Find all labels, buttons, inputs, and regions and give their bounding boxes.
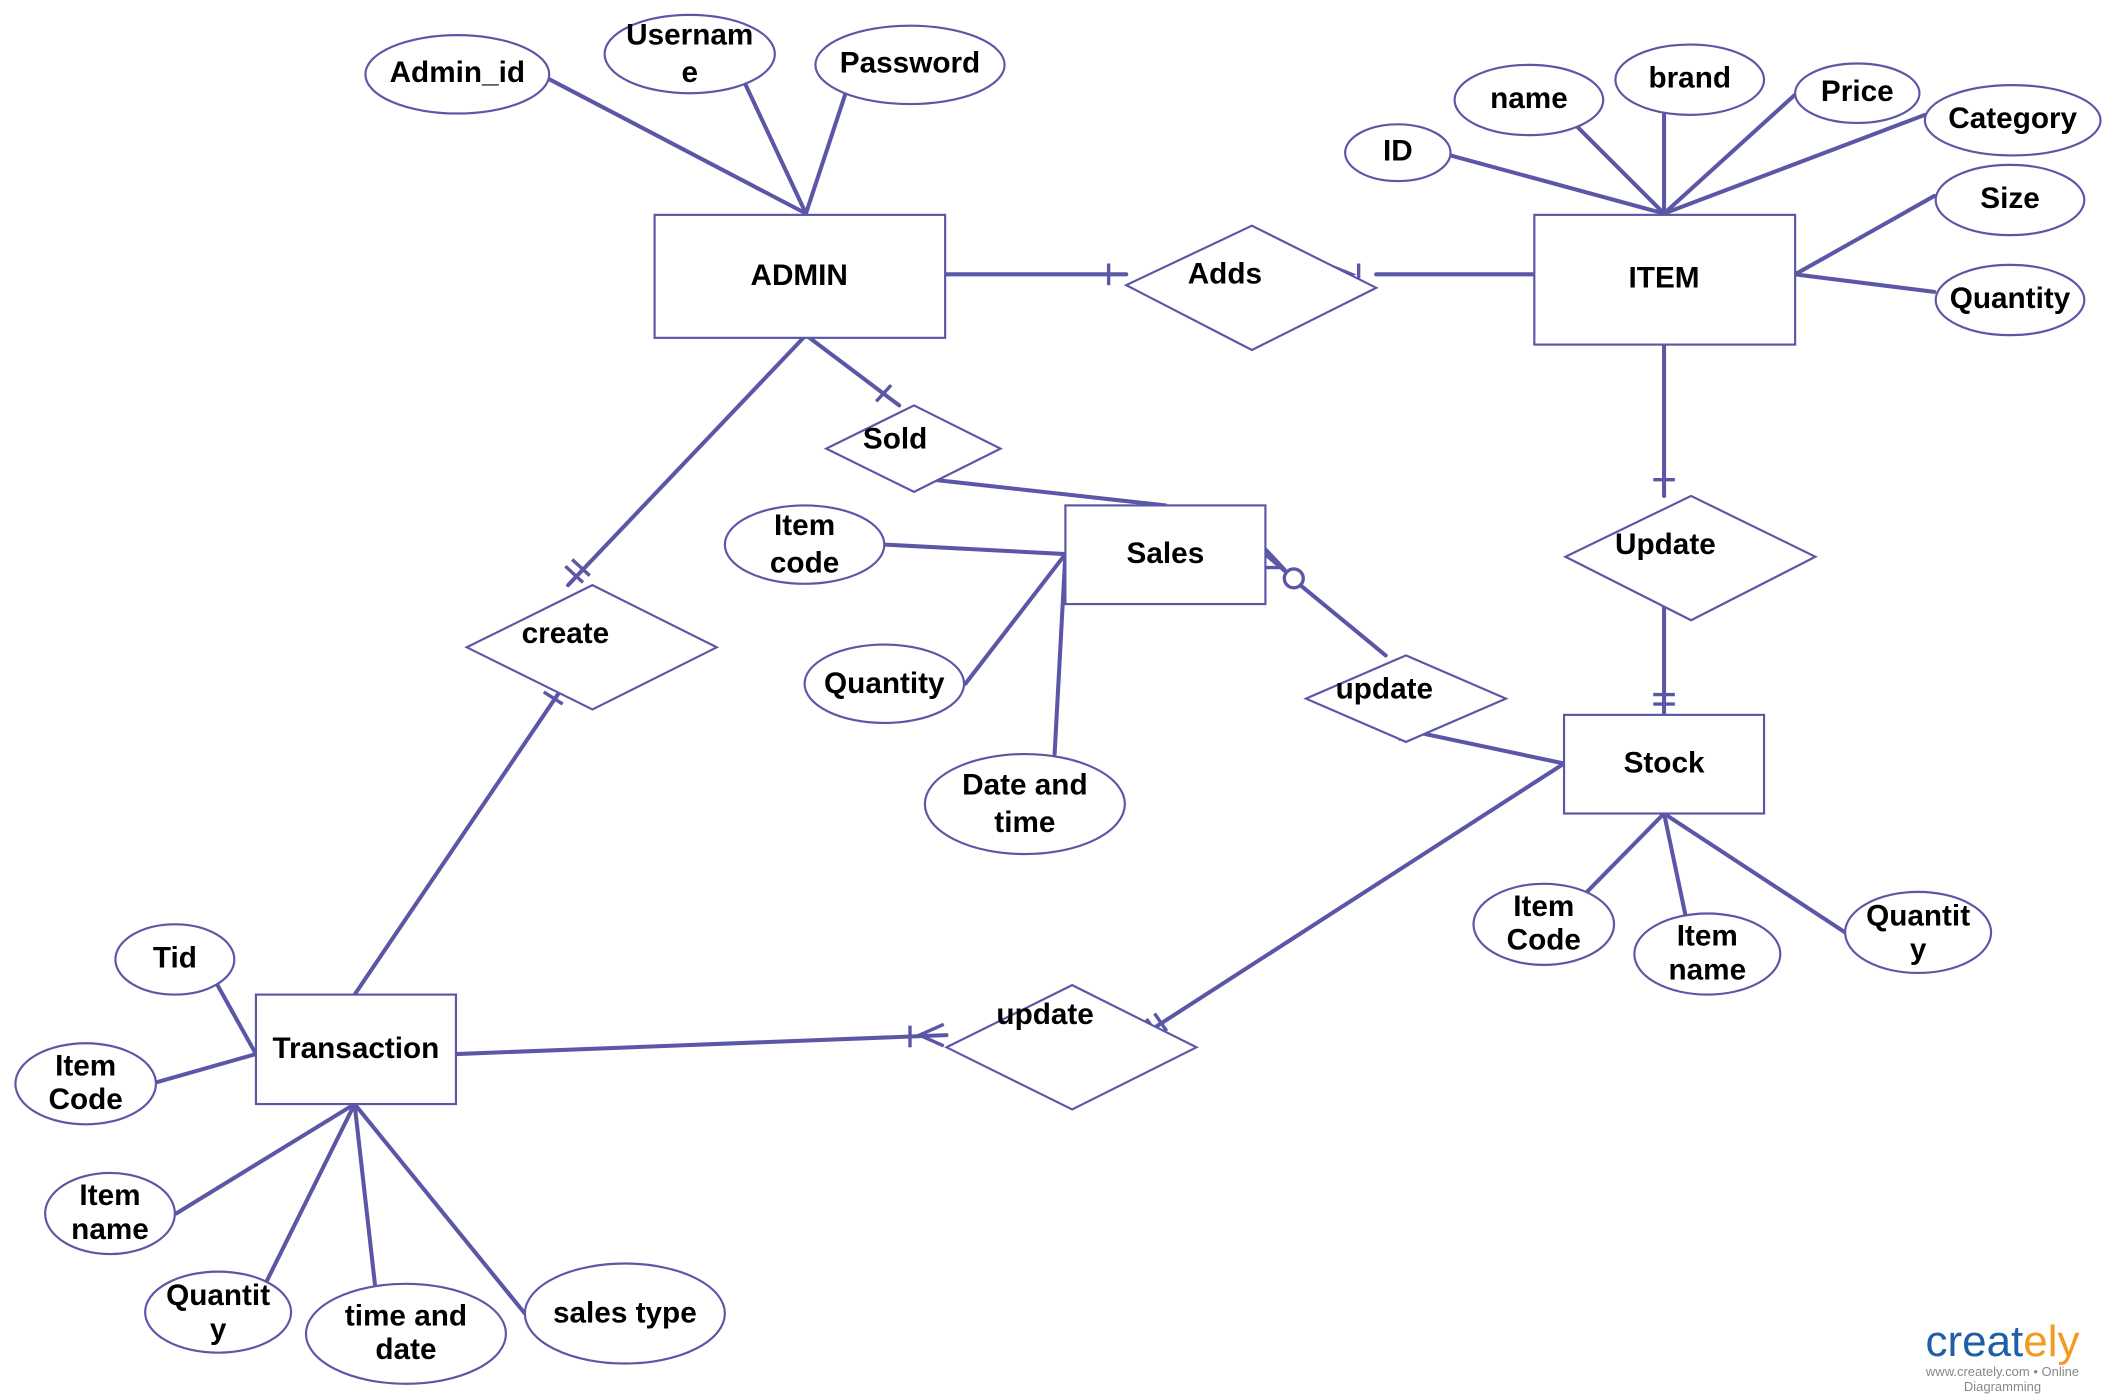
attribute-admin-id[interactable]: Admin_id xyxy=(364,34,551,115)
relationship-label: create xyxy=(522,617,610,650)
attribute-transaction-tid[interactable]: Tid xyxy=(114,923,236,996)
attribute-label: y xyxy=(210,1313,227,1346)
attribute-label: code xyxy=(770,547,839,580)
attribute-label: Category xyxy=(1948,102,2077,135)
attribute-label: Item xyxy=(1677,920,1738,953)
attribute-label: Quantit xyxy=(166,1279,270,1312)
attribute-label: Code xyxy=(49,1083,123,1116)
attribute-label: time xyxy=(994,806,1055,839)
attribute-item-brand[interactable]: brand xyxy=(1614,43,1766,116)
attribute-label: Quantity xyxy=(824,667,945,700)
attribute-stock-quantity[interactable]: Quantity xyxy=(1844,890,1993,975)
attribute-label: Password xyxy=(840,47,980,80)
attribute-stock-item-name[interactable]: Itemname xyxy=(1633,912,1782,996)
attribute-item-name[interactable]: name xyxy=(1453,63,1605,137)
entity-sales[interactable]: Sales xyxy=(1064,504,1267,606)
attribute-label: Code xyxy=(1507,924,1581,957)
attribute-label: Item xyxy=(79,1179,140,1212)
attribute-label: Usernam xyxy=(626,18,753,51)
attribute-label: Item xyxy=(774,509,835,542)
relationship-create[interactable]: create xyxy=(464,583,720,711)
creately-watermark: creately www.creately.com • Online Diagr… xyxy=(1890,1317,2115,1395)
attribute-label: time and xyxy=(345,1299,467,1332)
attribute-sales-quantity[interactable]: Quantity xyxy=(803,643,966,725)
attribute-transaction-time-date[interactable]: time anddate xyxy=(304,1282,508,1385)
attribute-item-id[interactable]: ID xyxy=(1344,123,1452,183)
relationship-update-sales-stock[interactable]: update xyxy=(1303,654,1509,744)
attribute-transaction-item-name[interactable]: Itemname xyxy=(44,1171,176,1256)
attribute-sales-date-time[interactable]: Date and time xyxy=(923,752,1126,856)
relationship-sold[interactable]: Sold xyxy=(823,404,1003,494)
attribute-label: Price xyxy=(1821,75,1894,108)
attribute-label: sales type xyxy=(553,1297,697,1330)
relationship-update-item-stock[interactable]: Update xyxy=(1562,494,1818,622)
watermark-tagline: www.creately.com • Online Diagramming xyxy=(1925,1364,2080,1394)
relationship-label: Adds xyxy=(1188,258,1262,291)
attribute-label: ID xyxy=(1383,135,1413,168)
attribute-label: Tid xyxy=(153,941,197,974)
attribute-item-quantity[interactable]: Quantity xyxy=(1934,263,2086,337)
attribute-label: name xyxy=(1490,82,1568,115)
entity-label: Transaction xyxy=(273,1032,440,1065)
relationship-label: Update xyxy=(1615,528,1716,561)
attribute-item-category[interactable]: Category xyxy=(1923,84,2102,157)
attribute-item-size[interactable]: Size xyxy=(1934,163,2086,237)
attribute-password[interactable]: Password xyxy=(814,24,1006,106)
relationship-label: update xyxy=(1336,672,1433,705)
attribute-label: Item xyxy=(55,1049,116,1082)
attribute-label: y xyxy=(1910,933,1927,966)
attribute-username[interactable]: Usernam e xyxy=(603,13,776,95)
entity-label: Stock xyxy=(1624,747,1705,780)
entity-admin[interactable]: ADMIN xyxy=(653,213,947,339)
attribute-label: date xyxy=(375,1333,436,1366)
attribute-label: name xyxy=(1668,953,1746,986)
attribute-transaction-sales-type[interactable]: sales type xyxy=(523,1262,726,1365)
attribute-label: e xyxy=(681,56,698,89)
attribute-label: Item xyxy=(1513,890,1574,923)
attribute-label: brand xyxy=(1648,62,1731,95)
relationship-label: Sold xyxy=(863,422,927,455)
entity-stock[interactable]: Stock xyxy=(1562,713,1766,815)
relationship-label: update xyxy=(996,998,1093,1031)
entity-label: ITEM xyxy=(1629,262,1700,295)
attribute-label: Size xyxy=(1980,182,2039,215)
attribute-label: Admin_id xyxy=(390,56,525,89)
attribute-transaction-quantity[interactable]: Quantity xyxy=(144,1270,293,1354)
er-diagram: ADMIN ITEM Sales Stock Transaction Adds … xyxy=(14,13,2102,1385)
attribute-label: Quantity xyxy=(1950,282,2071,315)
attribute-label: name xyxy=(71,1213,149,1246)
attribute-label: Quantit xyxy=(1866,899,1970,932)
entity-label: ADMIN xyxy=(750,259,847,292)
entity-transaction[interactable]: Transaction xyxy=(254,993,458,1106)
entity-label: Sales xyxy=(1127,537,1205,570)
relationship-adds[interactable]: Adds xyxy=(1123,224,1379,352)
attribute-sales-item-code[interactable]: Item code xyxy=(723,504,886,585)
relationship-update-transaction-stock[interactable]: update xyxy=(944,983,1199,1111)
entity-item[interactable]: ITEM xyxy=(1533,213,1797,346)
attribute-transaction-item-code[interactable]: ItemCode xyxy=(14,1042,158,1126)
attribute-item-price[interactable]: Price xyxy=(1794,62,1921,125)
creately-logo: creately xyxy=(1925,1317,2080,1366)
attribute-label: Date and xyxy=(962,768,1088,801)
attribute-stock-item-code[interactable]: ItemCode xyxy=(1472,882,1616,966)
